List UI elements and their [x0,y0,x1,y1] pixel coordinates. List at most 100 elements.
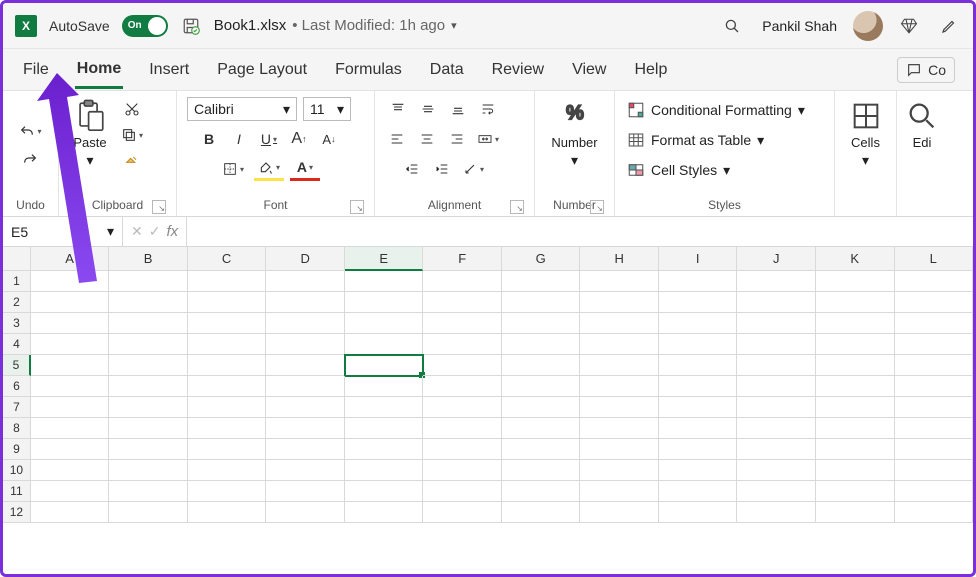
cell[interactable] [109,355,188,376]
dialog-launcher-icon[interactable]: ↘ [590,200,604,214]
save-icon[interactable] [180,15,202,37]
cell[interactable] [895,481,974,502]
cell[interactable] [188,355,267,376]
cell[interactable] [266,271,345,292]
align-right-button[interactable] [445,127,469,151]
column-header[interactable]: E [345,247,424,271]
cell[interactable] [895,292,974,313]
cell[interactable] [816,502,895,523]
search-icon[interactable] [718,12,746,40]
cell[interactable] [109,397,188,418]
cell[interactable] [266,481,345,502]
cell[interactable] [659,376,738,397]
cell[interactable] [580,313,659,334]
column-header[interactable]: J [737,247,816,271]
tab-view[interactable]: View [570,53,608,87]
enter-formula-icon[interactable]: ✓ [149,223,161,240]
decrease-font-button[interactable]: A↓ [317,127,341,151]
tab-formulas[interactable]: Formulas [333,53,404,87]
cell[interactable] [659,313,738,334]
cell[interactable] [345,418,424,439]
cell[interactable] [31,397,110,418]
undo-button[interactable]: ▾ [17,120,43,144]
cell[interactable] [580,334,659,355]
cell[interactable] [188,502,267,523]
avatar[interactable] [853,11,883,41]
column-header[interactable]: B [109,247,188,271]
row-header[interactable]: 11 [3,481,31,502]
cell[interactable] [109,313,188,334]
cell[interactable] [423,418,502,439]
cell[interactable] [816,292,895,313]
document-title[interactable]: Book1.xlsx • Last Modified: 1h ago ▾ [214,17,457,34]
cell[interactable] [502,334,581,355]
cell[interactable] [895,397,974,418]
cell[interactable] [266,418,345,439]
cell[interactable] [188,292,267,313]
cell[interactable] [423,313,502,334]
cell[interactable] [816,313,895,334]
cell[interactable] [659,460,738,481]
cell[interactable] [345,481,424,502]
cell[interactable] [502,418,581,439]
wrap-text-button[interactable] [476,97,500,121]
account-name[interactable]: Pankil Shah [762,18,837,34]
cell[interactable] [895,418,974,439]
row-header[interactable]: 4 [3,334,31,355]
cell[interactable] [659,502,738,523]
tab-insert[interactable]: Insert [147,53,191,87]
cell[interactable] [737,271,816,292]
cell[interactable] [816,397,895,418]
cell[interactable] [423,292,502,313]
cell[interactable] [345,397,424,418]
cell[interactable] [345,334,424,355]
row-header[interactable]: 7 [3,397,31,418]
tab-home[interactable]: Home [75,52,123,89]
cell[interactable] [580,439,659,460]
cell[interactable] [266,397,345,418]
cell[interactable] [345,502,424,523]
cell[interactable] [737,502,816,523]
italic-button[interactable]: I [227,127,251,151]
cell[interactable] [737,313,816,334]
row-header[interactable]: 5 [3,355,31,376]
cell[interactable] [188,481,267,502]
cell[interactable] [188,439,267,460]
cell[interactable] [31,292,110,313]
cell[interactable] [580,376,659,397]
cell[interactable] [109,460,188,481]
fx-icon[interactable]: fx [166,223,178,240]
font-size-select[interactable]: 11▾ [303,97,351,121]
cell[interactable] [895,460,974,481]
cell[interactable] [580,481,659,502]
cell[interactable] [659,355,738,376]
cell[interactable] [109,334,188,355]
cell[interactable] [737,355,816,376]
cell[interactable] [580,355,659,376]
cell[interactable] [502,397,581,418]
cell[interactable] [502,355,581,376]
cell[interactable] [816,376,895,397]
cell[interactable] [345,292,424,313]
select-all-corner[interactable] [3,247,31,271]
cell[interactable] [737,397,816,418]
row-header[interactable]: 12 [3,502,31,523]
row-header[interactable]: 2 [3,292,31,313]
dialog-launcher-icon[interactable]: ↘ [152,200,166,214]
dialog-launcher-icon[interactable]: ↘ [510,200,524,214]
cell[interactable] [502,502,581,523]
row-header[interactable]: 6 [3,376,31,397]
cell[interactable] [737,418,816,439]
column-header[interactable]: I [659,247,738,271]
cell[interactable] [109,439,188,460]
align-left-button[interactable] [385,127,409,151]
cell[interactable] [895,376,974,397]
formula-input[interactable] [187,217,973,246]
column-header[interactable]: C [188,247,267,271]
cell[interactable] [423,502,502,523]
increase-font-button[interactable]: A↑ [287,127,311,151]
cell[interactable] [737,292,816,313]
align-top-button[interactable] [386,97,410,121]
pen-icon[interactable] [935,12,963,40]
cell[interactable] [895,313,974,334]
